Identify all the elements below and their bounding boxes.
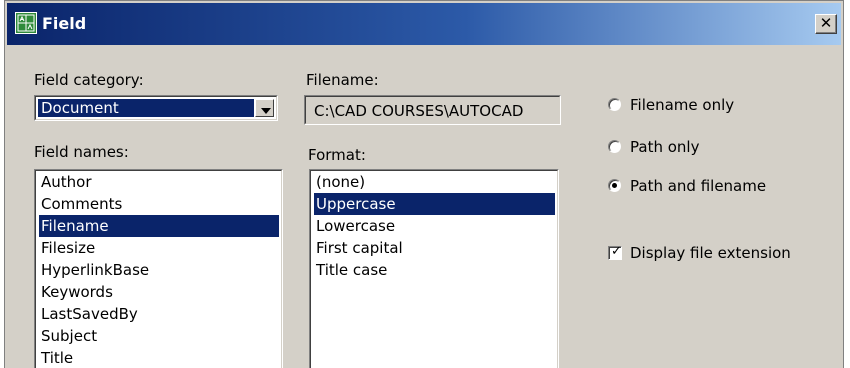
field-name-item-subject[interactable]: Subject: [39, 325, 279, 347]
field-name-item-comments[interactable]: Comments: [39, 193, 279, 215]
format-list[interactable]: (none) Uppercase Lowercase First capital…: [309, 169, 559, 368]
field-name-item-author[interactable]: Author: [39, 171, 279, 193]
field-name-item-title[interactable]: Title: [39, 347, 279, 368]
filename-value: C:\CAD COURSES\AUTOCAD: [314, 102, 524, 120]
field-name-item-lastsavedby[interactable]: LastSavedBy: [39, 303, 279, 325]
field-category-dropdown[interactable]: Document: [34, 95, 278, 121]
field-names-list[interactable]: Author Comments Filename Filesize Hyperl…: [34, 169, 283, 368]
radio-path-only-label[interactable]: Path only: [630, 138, 699, 156]
filename-frame: C:\CAD COURSES\AUTOCAD: [305, 96, 560, 124]
field-app-icon: [15, 12, 37, 34]
filename-field[interactable]: C:\CAD COURSES\AUTOCAD: [304, 95, 561, 125]
field-name-item-filename[interactable]: Filename: [39, 215, 279, 237]
field-name-item-keywords[interactable]: Keywords: [39, 281, 279, 303]
filename-label: Filename:: [306, 71, 379, 89]
format-item-first-capital[interactable]: First capital: [314, 237, 555, 259]
field-name-item-filesize[interactable]: Filesize: [39, 237, 279, 259]
radio-path-only[interactable]: [608, 140, 621, 153]
format-item-uppercase[interactable]: Uppercase: [314, 193, 555, 215]
field-names-frame: Author Comments Filename Filesize Hyperl…: [35, 170, 282, 368]
dropdown-button[interactable]: [255, 99, 274, 117]
field-category-value: Document: [38, 99, 254, 117]
field-dialog: Field ✕ Field category: Document Filenam…: [4, 0, 844, 368]
display-extension-checkbox[interactable]: ✓: [608, 244, 622, 260]
field-category-frame: Document: [35, 96, 277, 120]
format-item-lowercase[interactable]: Lowercase: [314, 215, 555, 237]
format-label: Format:: [308, 146, 366, 164]
display-extension-label[interactable]: Display file extension: [630, 244, 791, 262]
radio-filename-only-label[interactable]: Filename only: [630, 96, 734, 114]
format-frame: (none) Uppercase Lowercase First capital…: [310, 170, 558, 368]
chevron-down-icon: [261, 108, 271, 114]
dialog-title: Field: [42, 14, 87, 33]
checkmark-icon: ✓: [611, 244, 622, 259]
field-category-label: Field category:: [34, 71, 144, 89]
field-name-item-hyperlinkbase[interactable]: HyperlinkBase: [39, 259, 279, 281]
title-bar[interactable]: Field ✕: [7, 3, 841, 45]
format-item-title-case[interactable]: Title case: [314, 259, 555, 281]
radio-path-and-filename-label[interactable]: Path and filename: [630, 177, 766, 195]
close-button[interactable]: ✕: [815, 14, 837, 34]
radio-filename-only[interactable]: [608, 98, 621, 111]
radio-selected-dot: [612, 183, 617, 188]
close-icon: ✕: [819, 14, 833, 32]
field-names-label: Field names:: [34, 143, 129, 161]
format-item-none[interactable]: (none): [314, 171, 555, 193]
radio-path-and-filename[interactable]: [608, 179, 621, 192]
